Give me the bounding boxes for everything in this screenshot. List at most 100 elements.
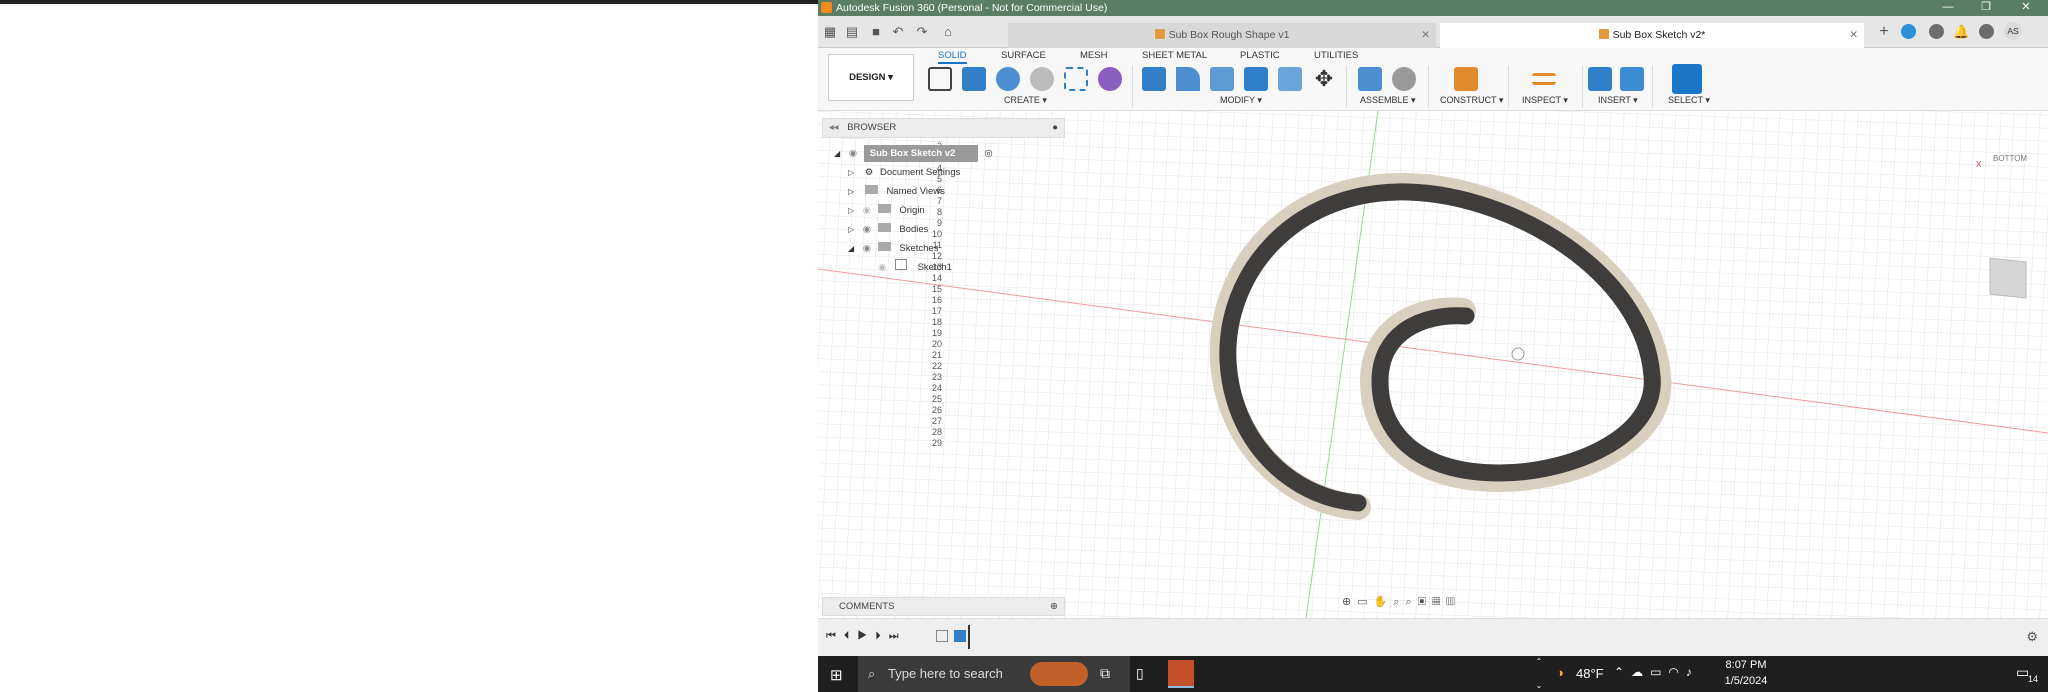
tree-item-named-views[interactable]: ▷ Named Views — [848, 183, 945, 200]
expand-icon[interactable]: ▷ — [848, 168, 854, 177]
file-menu-icon[interactable]: ▤ — [844, 24, 860, 40]
close-tab-icon[interactable]: ✕ — [1421, 23, 1430, 48]
home-icon[interactable]: ⌂ — [940, 24, 956, 40]
chamfer-icon[interactable] — [1210, 67, 1234, 91]
tab-mesh[interactable]: MESH — [1080, 50, 1107, 61]
grid-settings-icon[interactable]: ▦ — [1432, 596, 1446, 608]
create-sketch-icon[interactable] — [928, 67, 952, 91]
display-settings-icon[interactable]: ▣ — [1418, 596, 1432, 608]
form-icon[interactable] — [1098, 67, 1122, 91]
help-icon[interactable] — [1979, 24, 1994, 39]
visibility-icon[interactable]: ◉ — [863, 205, 871, 216]
tree-item-sketch1[interactable]: ◉ Sketch1 — [878, 259, 952, 276]
visibility-icon[interactable]: ◉ — [863, 243, 871, 254]
wifi-icon[interactable]: ◠ — [1668, 665, 1685, 679]
fit-icon[interactable]: ⌕ — [1406, 596, 1418, 608]
browser-root[interactable]: ◢ ◉ Sub Box Sketch v2 ◎ — [834, 145, 993, 162]
expand-icon[interactable]: ▷ — [848, 206, 854, 215]
visibility-icon[interactable]: ◉ — [863, 224, 871, 235]
redo-icon[interactable]: ↷ — [914, 24, 930, 40]
orbit-icon[interactable]: ⊕ — [1342, 596, 1357, 608]
hole-icon[interactable] — [1030, 67, 1054, 91]
insert-derive-icon[interactable] — [1588, 67, 1612, 91]
timeline-marker[interactable] — [968, 625, 970, 649]
tree-item-document-settings[interactable]: ▷ ⚙ Document Settings — [848, 164, 960, 181]
insert-canvas-icon[interactable] — [1620, 67, 1644, 91]
inspect-group-label[interactable]: INSPECT ▾ — [1522, 95, 1568, 106]
weather-icon[interactable]: ◑ — [1556, 665, 1564, 680]
pan-icon[interactable]: ✋ — [1374, 596, 1394, 608]
tab-solid[interactable]: SOLID — [938, 50, 967, 64]
task-view-icon[interactable]: ⧉ — [1100, 665, 1110, 682]
expand-icon[interactable]: ▷ — [848, 187, 854, 196]
job-status-icon[interactable] — [1929, 24, 1944, 39]
visibility-icon[interactable]: ◉ — [849, 148, 857, 159]
expand-icon[interactable]: ◢ — [834, 149, 840, 158]
browser-options-icon[interactable]: ● — [1052, 119, 1058, 137]
look-at-icon[interactable]: ▭ — [1357, 596, 1373, 608]
press-pull-icon[interactable] — [1142, 67, 1166, 91]
expand-icon[interactable]: ◢ — [848, 244, 854, 253]
construct-group-label[interactable]: CONSTRUCT ▾ — [1440, 95, 1503, 106]
shell-icon[interactable] — [1244, 67, 1268, 91]
temperature[interactable]: 48°F — [1576, 666, 1604, 681]
file-explorer-icon[interactable]: ▯ — [1136, 665, 1144, 682]
notifications-icon[interactable]: 🔔 — [1953, 24, 1969, 40]
save-icon[interactable]: ■ — [868, 24, 884, 40]
app-grid-icon[interactable]: ▦ — [822, 24, 838, 40]
show-hidden-icons-icon[interactable]: ⌃ — [1614, 665, 1631, 679]
user-avatar[interactable]: AS — [2004, 22, 2022, 40]
activate-icon[interactable]: ◎ — [984, 148, 992, 159]
clock-time[interactable]: 8:07 PM — [1718, 659, 1774, 671]
play-icon[interactable]: ▶ — [857, 630, 875, 642]
revolve-icon[interactable] — [996, 67, 1020, 91]
insert-group-label[interactable]: INSERT ▾ — [1598, 95, 1638, 106]
volume-icon[interactable]: ♪ — [1686, 665, 1699, 679]
offset-plane-icon[interactable] — [1454, 67, 1478, 91]
system-tray-icons[interactable]: ⌃☁▭◠♪ — [1614, 665, 1699, 679]
assemble-group-label[interactable]: ASSEMBLE ▾ — [1360, 95, 1416, 106]
tab-sub-box-rough-shape[interactable]: Sub Box Rough Shape v1 ✕ — [1008, 23, 1436, 48]
tab-sub-box-sketch[interactable]: Sub Box Sketch v2* ✕ — [1440, 23, 1864, 48]
move-icon[interactable]: ✥ — [1312, 67, 1336, 91]
select-group-label[interactable]: SELECT ▾ — [1668, 95, 1710, 106]
design-canvas[interactable]: BOTTOM X 2345 6789 10111213 14151617 181… — [818, 111, 2048, 618]
taskbar-scroll-icon[interactable]: ⌃ ⌄ — [1532, 656, 1546, 692]
modify-group-label[interactable]: MODIFY ▾ — [1220, 95, 1262, 106]
close-icon[interactable]: ✕ — [2008, 0, 2044, 16]
undo-icon[interactable]: ↶ — [890, 24, 906, 40]
origin-point-icon[interactable] — [1511, 347, 1525, 361]
fillet-icon[interactable] — [1176, 67, 1200, 91]
step-back-icon[interactable]: ⏴ — [844, 630, 858, 642]
collapse-panel-icon[interactable]: ◂◂ — [829, 122, 839, 133]
timeline-controls[interactable]: ⏮⏴▶⏵⏭ — [826, 630, 907, 643]
network-icon[interactable]: ☁ — [1631, 665, 1650, 679]
battery-icon[interactable]: ▭ — [1650, 665, 1668, 679]
tree-item-origin[interactable]: ▷ ◉ Origin — [848, 202, 925, 219]
clock-date[interactable]: 1/5/2024 — [1718, 675, 1774, 687]
timeline-extrude-icon[interactable] — [954, 630, 966, 642]
go-to-end-icon[interactable]: ⏭ — [889, 630, 907, 642]
restore-icon[interactable]: ❐ — [1968, 0, 2004, 16]
pattern-icon[interactable] — [1064, 67, 1088, 91]
timeline-settings-icon[interactable]: ⚙ — [2026, 629, 2038, 645]
tab-surface[interactable]: SURFACE — [1001, 50, 1046, 61]
create-group-label[interactable]: CREATE ▾ — [1004, 95, 1047, 106]
add-comment-icon[interactable]: ⊕ — [1050, 598, 1058, 615]
step-forward-icon[interactable]: ⏵ — [875, 630, 889, 642]
viewcube[interactable] — [1989, 257, 2027, 299]
tree-item-bodies[interactable]: ▷ ◉ Bodies — [848, 221, 928, 238]
start-icon[interactable]: ⊞ — [830, 666, 843, 684]
go-to-start-icon[interactable]: ⏮ — [826, 630, 844, 642]
visibility-icon[interactable]: ◉ — [878, 262, 886, 273]
tree-item-sketches[interactable]: ◢ ◉ Sketches — [848, 240, 938, 257]
tab-sheet-metal[interactable]: SHEET METAL — [1142, 50, 1207, 61]
new-tab-icon[interactable]: + — [1876, 24, 1892, 40]
taskbar-search-input[interactable]: ⌕ Type here to search — [858, 656, 1130, 692]
zoom-icon[interactable]: ⌕ — [1393, 596, 1405, 608]
close-tab-icon[interactable]: ✕ — [1849, 23, 1858, 48]
browser-panel-header[interactable]: ◂◂ BROWSER ● — [822, 118, 1065, 138]
fusion-taskbar-icon[interactable] — [1168, 660, 1194, 688]
comments-panel-header[interactable]: COMMENTS ⊕ — [822, 597, 1065, 616]
new-component-icon[interactable] — [1358, 67, 1382, 91]
